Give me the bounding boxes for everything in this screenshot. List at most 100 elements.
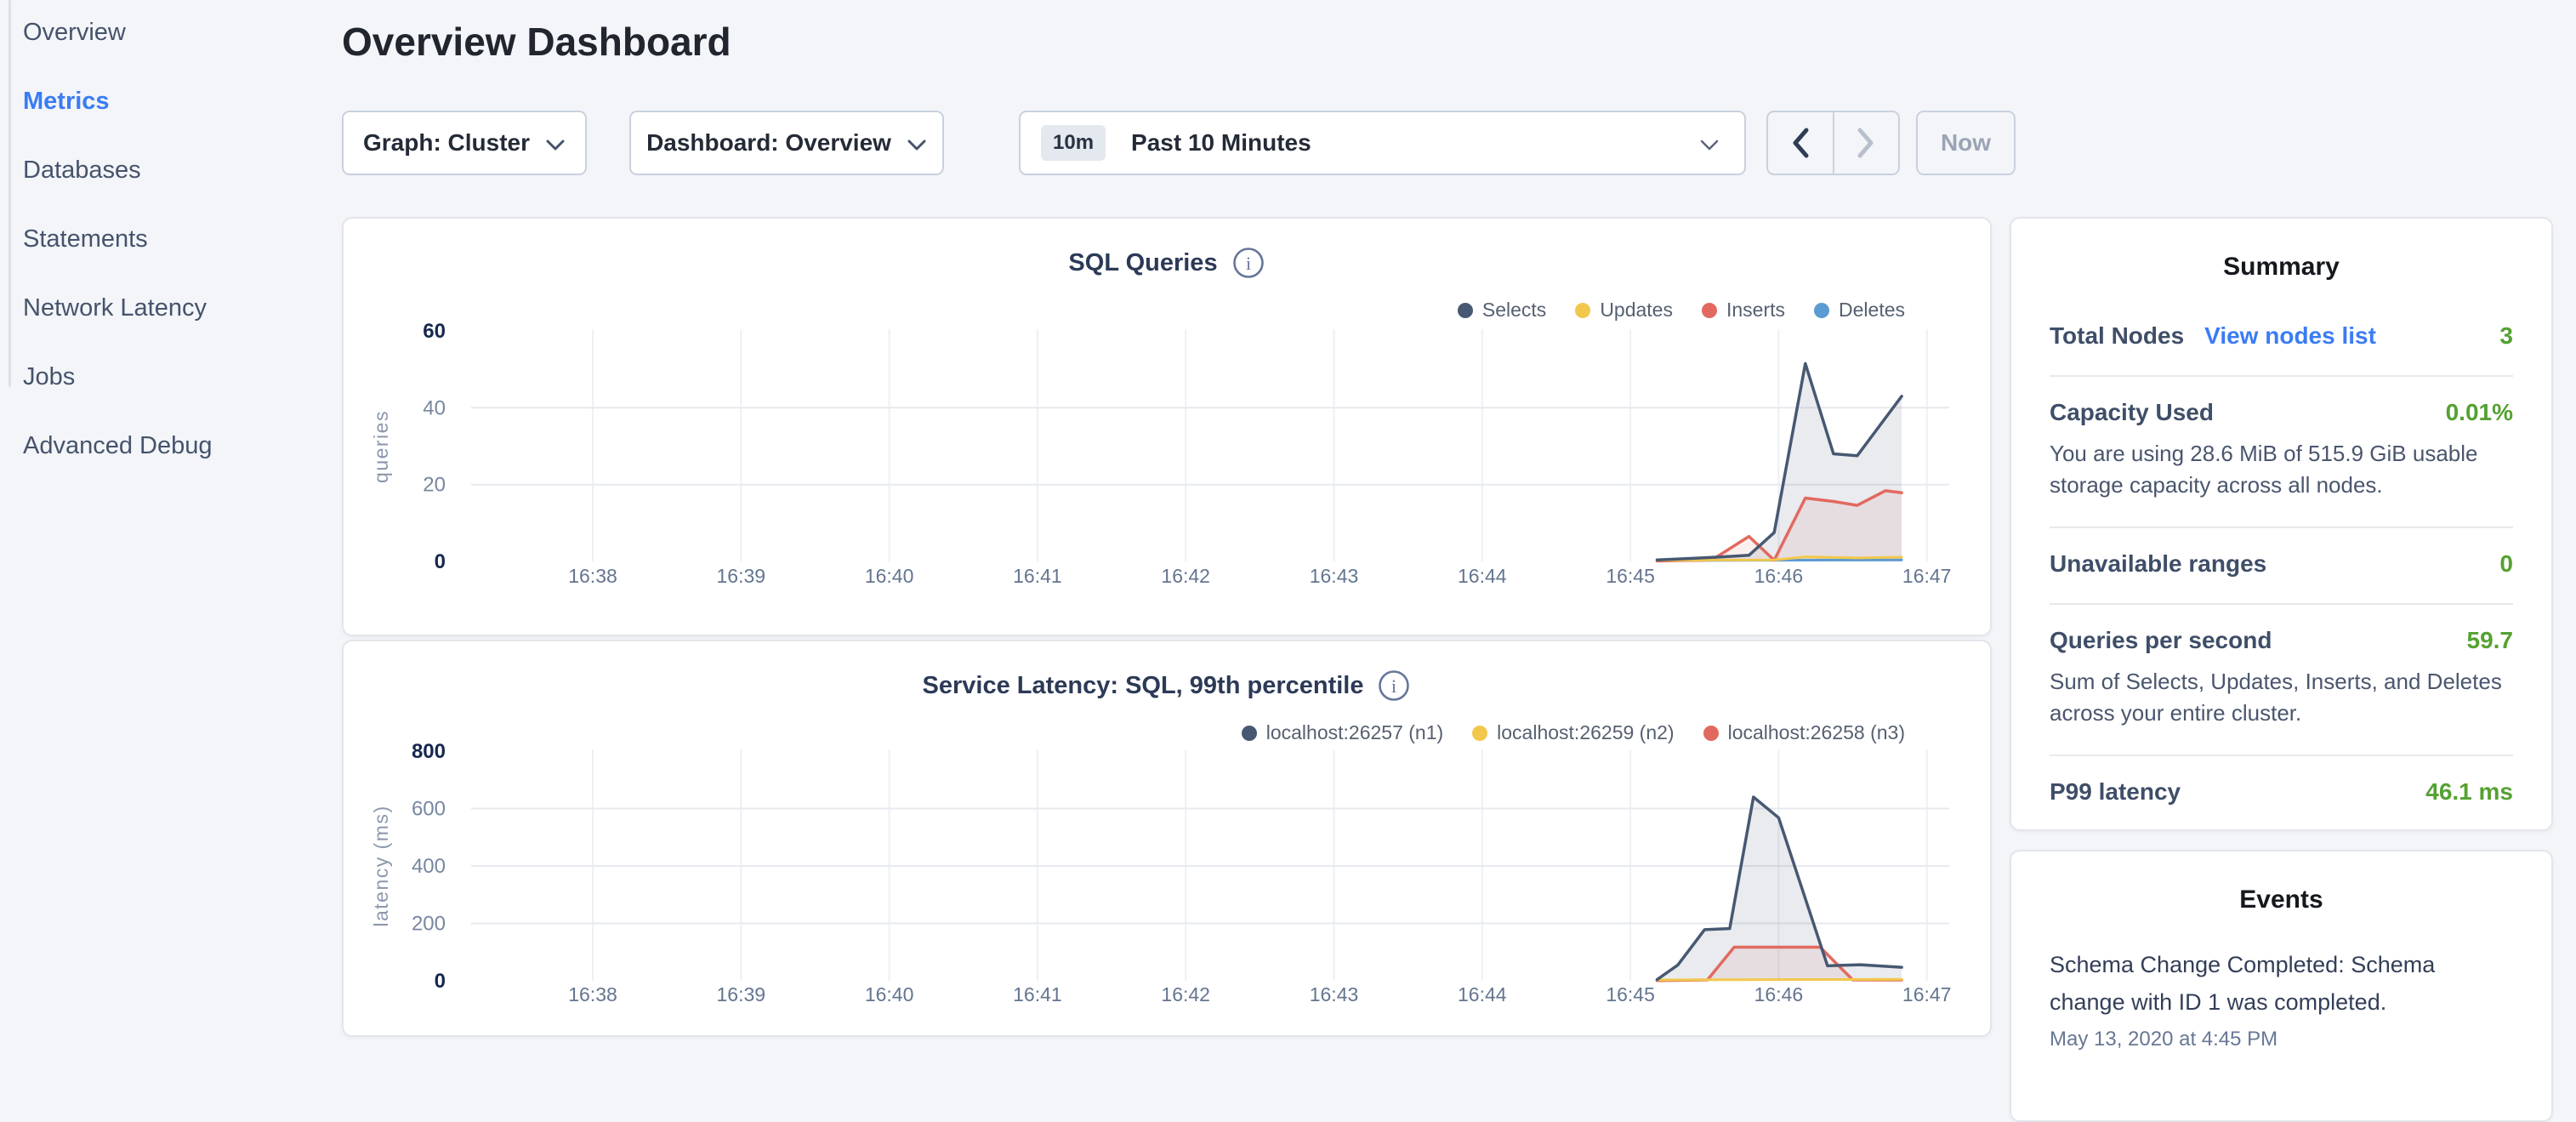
summary-row-value: 0	[2499, 550, 2513, 578]
sidebar-item-statements[interactable]: Statements	[0, 225, 340, 294]
legend-dot	[1242, 726, 1257, 741]
x-axis-tick: 16:38	[568, 983, 617, 1005]
x-axis-tick: 16:46	[1754, 565, 1804, 587]
time-window-badge: 10m	[1041, 125, 1106, 161]
summary-row-label: P99 latency	[2050, 778, 2181, 806]
x-axis-tick: 16:44	[1458, 565, 1507, 587]
time-pager	[1766, 111, 1900, 175]
summary-row-label: Capacity Used	[2050, 399, 2214, 426]
sidebar-item-overview[interactable]: Overview	[0, 19, 340, 88]
summary-row-label: Total Nodes	[2050, 322, 2184, 350]
x-axis-tick: 16:45	[1606, 983, 1655, 1005]
legend-dot	[1575, 303, 1590, 318]
sidebar-nav: OverviewMetricsDatabasesStatementsNetwor…	[0, 0, 340, 501]
service-latency-chart-card: Service Latency: SQL, 99th percentile i lo…	[342, 640, 1992, 1037]
chart-title-row: Service Latency: SQL, 99th percentile i	[344, 669, 1990, 703]
summary-row-label: Unavailable ranges	[2050, 550, 2266, 578]
summary-row-description: You are using 28.6 MiB of 515.9 GiB usab…	[2050, 438, 2513, 501]
y-axis-tick: 60	[423, 321, 446, 343]
summary-row-unavailable-ranges: Unavailable ranges 0	[2050, 528, 2513, 605]
chevron-down-icon	[1700, 140, 1719, 151]
summary-row-value: 59.7	[2467, 627, 2514, 654]
legend-label: Selects	[1482, 299, 1546, 322]
svg-text:i: i	[1246, 253, 1251, 274]
sql-queries-chart-card: SQL Queries i Selects Updates Inserts Deletes…	[342, 217, 1992, 636]
event-message: Schema Change Completed: Schema change w…	[2050, 947, 2458, 1021]
x-axis-tick: 16:38	[568, 565, 617, 587]
prev-time-button[interactable]	[1768, 112, 1834, 174]
graph-dropdown[interactable]: Graph: Cluster	[342, 111, 587, 175]
legend-label: localhost:26259 (n2)	[1497, 721, 1674, 744]
y-axis-tick: 400	[412, 855, 446, 878]
time-window-picker[interactable]: 10m Past 10 Minutes	[1019, 111, 1746, 175]
y-axis-tick: 200	[412, 913, 446, 936]
y-axis-tick: 0	[435, 550, 446, 573]
next-time-button[interactable]	[1834, 112, 1899, 174]
sidebar-item-metrics[interactable]: Metrics	[0, 88, 340, 157]
page-title: Overview Dashboard	[342, 19, 731, 65]
chart-title: SQL Queries	[1068, 249, 1217, 277]
dashboard-dropdown[interactable]: Dashboard: Overview	[629, 111, 944, 175]
sidebar-item-databases[interactable]: Databases	[0, 157, 340, 225]
legend-item-inserts: Inserts	[1702, 299, 1785, 322]
x-axis-tick: 16:40	[865, 565, 914, 587]
y-axis-label: latency (ms)	[370, 805, 392, 926]
sidebar-item-jobs[interactable]: Jobs	[0, 363, 340, 432]
x-axis-tick: 16:39	[717, 983, 766, 1005]
legend-item-selects: Selects	[1458, 299, 1546, 322]
legend-dot	[1458, 303, 1473, 318]
chart-plot[interactable]: 16:3816:3916:4016:4116:4216:4316:4416:45…	[344, 743, 1993, 1039]
legend-item-deletes: Deletes	[1814, 299, 1905, 322]
chart-title-row: SQL Queries i	[344, 246, 1990, 280]
summary-row-capacity-used: Capacity Used0.01%You are using 28.6 MiB…	[2050, 377, 2513, 528]
now-button[interactable]: Now	[1916, 111, 2016, 175]
legend-label: Deletes	[1839, 299, 1905, 322]
chevron-down-icon	[545, 139, 566, 151]
y-axis-tick: 800	[412, 743, 446, 763]
legend-item-localhost-26257-n1: localhost:26257 (n1)	[1242, 721, 1443, 744]
summary-title: Summary	[2011, 253, 2551, 282]
x-axis-tick: 16:40	[865, 983, 914, 1005]
legend-item-localhost-26259-n2: localhost:26259 (n2)	[1472, 721, 1674, 744]
legend-label: Updates	[1600, 299, 1673, 322]
x-axis-tick: 16:42	[1161, 565, 1210, 587]
y-axis-tick: 0	[435, 970, 446, 993]
view-nodes-link[interactable]: View nodes list	[2204, 322, 2376, 350]
info-icon[interactable]: i	[1231, 246, 1265, 280]
y-axis-label: queries	[370, 410, 392, 483]
sidebar-item-network-latency[interactable]: Network Latency	[0, 294, 340, 363]
event-item[interactable]: Schema Change Completed: Schema change w…	[2050, 947, 2513, 1051]
chart-legend: localhost:26257 (n1) localhost:26259 (n2)…	[1242, 721, 1905, 744]
dashboard-dropdown-label: Dashboard: Overview	[646, 129, 891, 157]
legend-item-updates: Updates	[1575, 299, 1673, 322]
chevron-left-icon	[1792, 128, 1809, 158]
x-axis-tick: 16:41	[1013, 565, 1062, 587]
summary-row-p99-latency: P99 latency46.1 ms	[2050, 756, 2513, 831]
legend-item-localhost-26258-n3: localhost:26258 (n3)	[1703, 721, 1905, 744]
x-axis-tick: 16:43	[1310, 565, 1359, 587]
x-axis-tick: 16:46	[1754, 983, 1804, 1005]
legend-label: localhost:26257 (n1)	[1266, 721, 1443, 744]
sidebar-item-advanced-debug[interactable]: Advanced Debug	[0, 432, 340, 501]
chart-title: Service Latency: SQL, 99th percentile	[923, 672, 1364, 700]
x-axis-tick: 16:41	[1013, 983, 1062, 1005]
chart-plot[interactable]: 16:3816:3916:4016:4116:4216:4316:4416:45…	[344, 321, 1993, 638]
x-axis-tick: 16:45	[1606, 565, 1655, 587]
events-title: Events	[2011, 886, 2551, 914]
x-axis-tick: 16:47	[1902, 983, 1952, 1005]
summary-row-description: Sum of Selects, Updates, Inserts, and De…	[2050, 666, 2513, 729]
legend-dot	[1814, 303, 1829, 318]
legend-dot	[1703, 726, 1719, 741]
summary-row-label: Queries per second	[2050, 627, 2272, 654]
legend-label: Inserts	[1726, 299, 1785, 322]
y-axis-tick: 40	[423, 396, 446, 419]
x-axis-tick: 16:43	[1310, 983, 1359, 1005]
y-axis-tick: 20	[423, 474, 446, 497]
summary-row-value: 3	[2499, 322, 2513, 350]
info-icon[interactable]: i	[1377, 669, 1411, 703]
y-axis-tick: 600	[412, 798, 446, 821]
x-axis-tick: 16:42	[1161, 983, 1210, 1005]
chevron-right-icon	[1857, 128, 1874, 158]
series-line-localhost-26259-n2	[1658, 979, 1902, 980]
x-axis-tick: 16:47	[1902, 565, 1952, 587]
